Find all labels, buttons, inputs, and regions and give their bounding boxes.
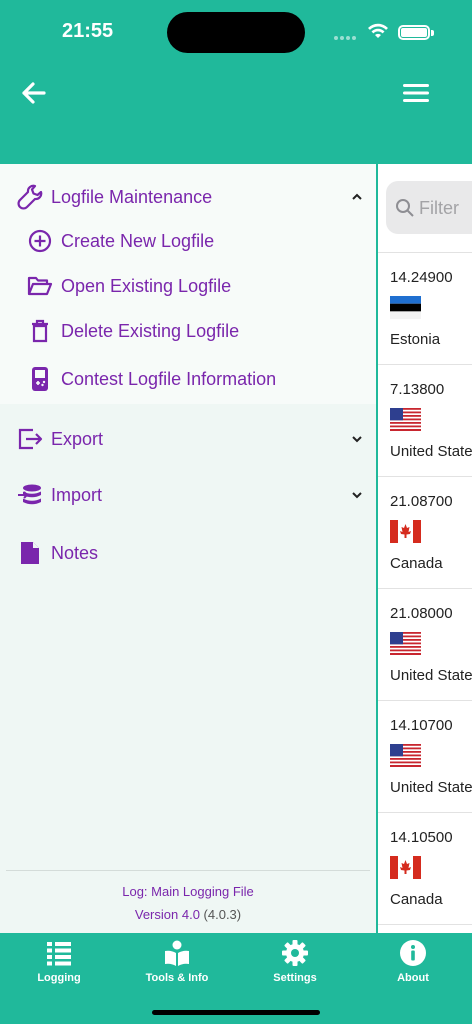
dynamic-island [167, 12, 305, 53]
menu-item-label: Contest Logfile Information [61, 368, 277, 389]
log-list: Filter 14.24900 Estonia 7.13800 United S… [378, 164, 472, 933]
info-circle-icon [400, 940, 426, 966]
tab-logging[interactable]: Logging [0, 939, 118, 995]
version-number: Version 4.0 [134, 907, 200, 922]
section-logfile-maintenance[interactable]: Logfile Maintenance [0, 177, 376, 217]
menu-item-delete-logfile[interactable]: Delete Existing Logfile [0, 311, 376, 351]
section-label: Notes [51, 542, 99, 563]
app-header: 21:55 [0, 0, 472, 164]
frequency: 14.24900 [390, 269, 453, 286]
list-item[interactable]: 14.10500 Canada [378, 813, 472, 925]
menu-item-label: Open Existing Logfile [61, 275, 232, 296]
list-item[interactable]: 7.13800 United States [378, 365, 472, 477]
note-icon [17, 540, 43, 566]
frequency: 14.10500 [390, 829, 453, 846]
usa-flag-icon [390, 408, 421, 431]
frequency: 21.08000 [390, 605, 453, 622]
list-item[interactable]: 14.24900 Estonia [378, 253, 472, 365]
search-icon [396, 199, 414, 217]
country: United States [390, 779, 472, 796]
menu-item-label: Create New Logfile [61, 230, 215, 251]
battery-cap [431, 30, 434, 36]
usa-flag-icon [390, 632, 421, 655]
hamburger-menu-icon[interactable] [400, 78, 432, 108]
estonia-flag-icon [390, 296, 421, 319]
version-build: (4.0.3) [203, 907, 242, 922]
signal-icon-dot [346, 36, 350, 40]
section-export[interactable]: Export [0, 419, 376, 459]
menu-item-open-logfile[interactable]: Open Existing Logfile [0, 266, 376, 306]
filter-input[interactable]: Filter [386, 181, 472, 234]
gear-icon [282, 940, 308, 966]
list-item[interactable]: 21.08700 Canada [378, 477, 472, 589]
signal-icon [334, 36, 338, 40]
country: Canada [390, 555, 443, 572]
frequency: 21.08700 [390, 493, 453, 510]
back-button[interactable] [18, 78, 48, 108]
database-import-icon [17, 482, 43, 508]
usa-flag-icon [390, 744, 421, 767]
menu-item-create-logfile[interactable]: Create New Logfile [0, 221, 376, 261]
signal-icon-dot [352, 36, 356, 40]
country: Estonia [390, 331, 441, 348]
wrench-icon [17, 184, 43, 210]
section-label: Logfile Maintenance [51, 186, 213, 207]
list-item[interactable]: 14.10700 United States [378, 701, 472, 813]
list-icon [47, 942, 71, 966]
country: Canada [390, 891, 443, 908]
wifi-icon [368, 23, 388, 38]
frequency: 14.10700 [390, 717, 453, 734]
folder-open-icon [27, 273, 53, 299]
navigation-drawer: Logfile Maintenance Create New Logfile O… [0, 164, 376, 933]
status-indicators [334, 20, 434, 44]
chevron-down-icon[interactable] [350, 432, 364, 446]
tab-bar: Logging Tools & Info Settings About [0, 933, 472, 1024]
canada-flag-icon [390, 856, 421, 879]
footer-log-name: Log: Main Logging File [122, 884, 254, 899]
game-device-icon [27, 366, 53, 392]
section-label: Import [51, 484, 103, 505]
section-notes[interactable]: Notes [0, 533, 376, 573]
section-import[interactable]: Import [0, 475, 376, 515]
footer-version: Version 4.0 (4.0.3) [0, 907, 376, 922]
country: United States [390, 667, 472, 684]
frequency: 7.13800 [390, 381, 445, 398]
home-indicator[interactable] [152, 1010, 320, 1015]
tab-about[interactable]: About [354, 939, 472, 995]
country: United States [390, 443, 472, 460]
book-reader-icon [165, 940, 189, 966]
menu-item-contest-info[interactable]: Contest Logfile Information [0, 359, 376, 399]
filter-placeholder: Filter [419, 198, 459, 218]
tab-settings[interactable]: Settings [236, 939, 354, 995]
canada-flag-icon [390, 520, 421, 543]
section-label: Export [51, 428, 104, 449]
status-time: 21:55 [62, 20, 114, 42]
trash-icon [27, 318, 53, 344]
tab-label: About [397, 972, 429, 984]
logfile-maintenance-section: Logfile Maintenance Create New Logfile O… [0, 164, 376, 404]
tab-label: Settings [273, 972, 317, 984]
chevron-up-icon[interactable] [350, 190, 364, 204]
menu-item-label: Delete Existing Logfile [61, 320, 240, 341]
tab-label: Logging [37, 972, 81, 984]
list-item[interactable]: 21.08000 United States [378, 589, 472, 701]
signal-icon-dot [340, 36, 344, 40]
tab-label: Tools & Info [145, 972, 209, 984]
export-icon [17, 426, 43, 452]
plus-circle-icon [27, 228, 53, 254]
chevron-down-icon[interactable] [350, 488, 364, 502]
footer-divider [6, 870, 370, 871]
battery-icon [398, 25, 430, 40]
tab-tools-info[interactable]: Tools & Info [118, 939, 236, 995]
